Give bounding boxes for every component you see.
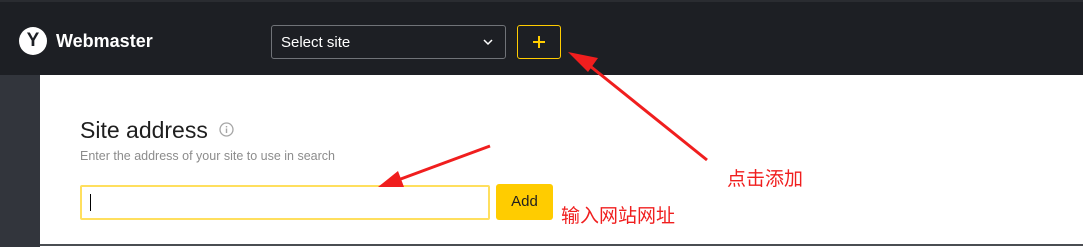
annotation-enter-site: 输入网站网址 <box>561 205 676 227</box>
arrow-to-plus-button <box>568 52 708 162</box>
annotation-arrows <box>378 52 708 187</box>
arrow-to-address-input <box>378 144 491 187</box>
annotation-click-add: 点击添加 <box>727 168 804 190</box>
